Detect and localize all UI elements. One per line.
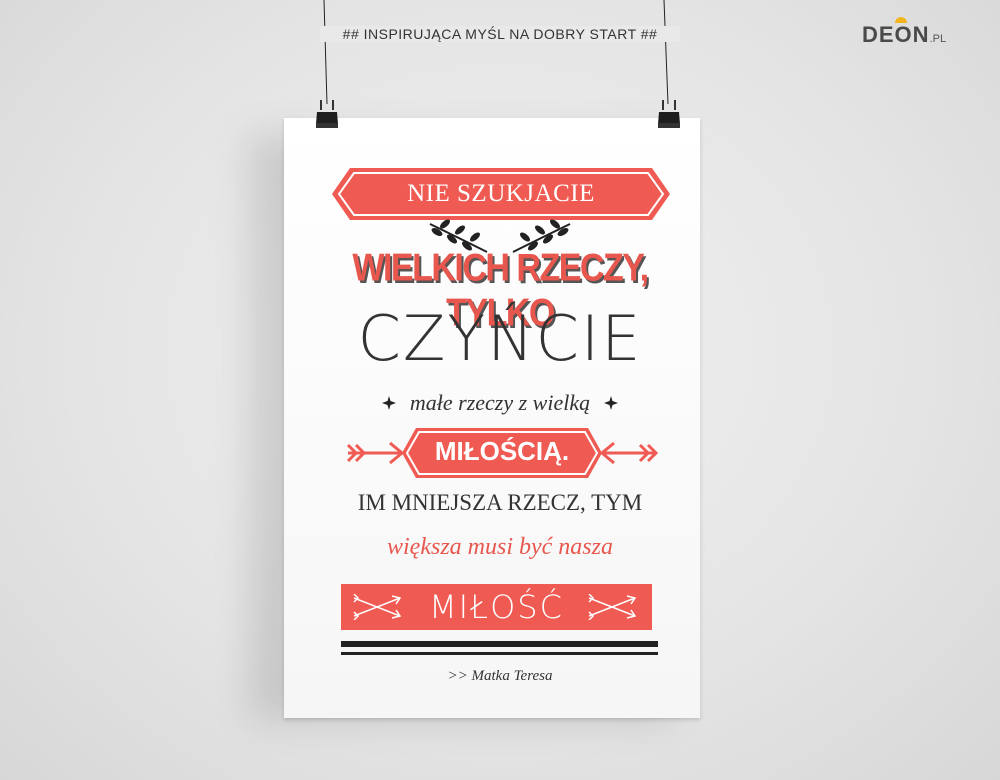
poster-line-4: małe rzeczy z wielką bbox=[409, 390, 591, 415]
logo-brand: DEON bbox=[862, 22, 930, 47]
star-burst-icon bbox=[604, 396, 619, 410]
poster-line-7: większa musi być nasza bbox=[387, 534, 613, 560]
poster-line-3: CZYŃCIE bbox=[357, 302, 643, 375]
binder-clip-icon bbox=[316, 100, 338, 128]
hanging-strings bbox=[323, 0, 669, 105]
divider-thin bbox=[341, 652, 658, 655]
poster-line-6: IM MNIEJSZA RZECZ, TYM bbox=[357, 490, 643, 515]
deon-logo[interactable]: DEON.PL bbox=[862, 17, 947, 48]
quote-author: >> Matka Teresa bbox=[447, 668, 553, 684]
sun-icon bbox=[895, 17, 907, 23]
logo-suffix: .PL bbox=[929, 33, 947, 45]
divider-thick bbox=[341, 641, 658, 647]
poster-line-5: MIŁOŚCIĄ. bbox=[434, 436, 570, 466]
binder-clip-icon bbox=[658, 100, 680, 128]
poster-line-1: NIE SZUKJACIE bbox=[407, 180, 595, 207]
poster-line-8: MIŁOŚĆ bbox=[429, 588, 564, 626]
poster-line-4-row: małe rzeczy z wielką bbox=[330, 388, 670, 418]
star-burst-icon bbox=[381, 396, 396, 410]
header-caption: ## INSPIRUJĄCA MYŚL NA DOBRY START ## bbox=[320, 26, 680, 42]
